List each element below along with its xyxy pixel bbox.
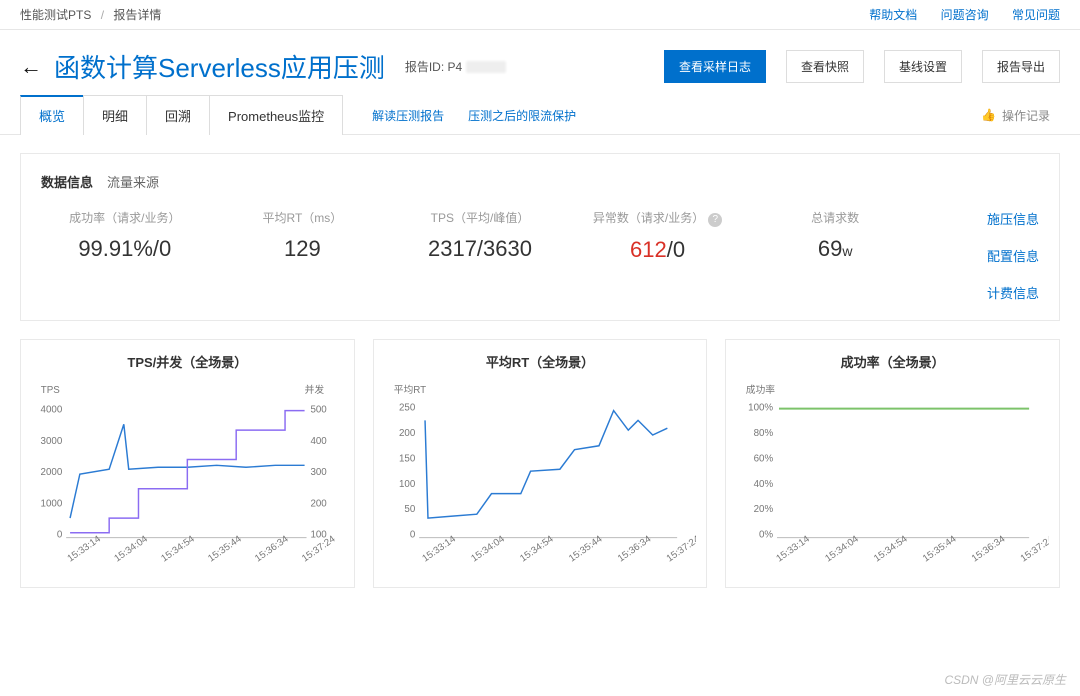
top-links: 帮助文档 问题咨询 常见问题 [849, 6, 1060, 23]
chart-tps-card: TPS/并发（全场景） TPS 并发 0 1000 2000 3000 4000 [20, 339, 355, 588]
top-bar: 性能测试PTS / 报告详情 帮助文档 问题咨询 常见问题 [0, 0, 1080, 30]
svg-text:50: 50 [404, 504, 415, 515]
metric-abnormal-value: 612/0 [574, 237, 742, 263]
svg-text:100%: 100% [748, 403, 773, 414]
ratelimit-protect-link[interactable]: 压测之后的限流保护 [468, 107, 576, 124]
svg-text:0: 0 [57, 530, 63, 541]
chart-tps: TPS 并发 0 1000 2000 3000 4000 100 200 30 [31, 379, 344, 579]
chart-success: 成功率 0% 20% 40% 60% 80% 100% 15:33:14 15:… [736, 379, 1049, 579]
svg-text:2000: 2000 [41, 467, 63, 478]
operation-log-link[interactable]: 👍 操作记录 [981, 107, 1060, 124]
chart-rt-title: 平均RT（全场景） [384, 352, 697, 371]
svg-text:3000: 3000 [41, 436, 63, 447]
svg-text:100: 100 [399, 479, 416, 490]
breadcrumb-root[interactable]: 性能测试PTS [20, 8, 91, 22]
svg-text:并发: 并发 [305, 383, 325, 396]
metric-success-label: 成功率（请求/业务） [41, 209, 209, 226]
metric-success: 成功率（请求/业务） 99.91%/0 [41, 209, 209, 302]
operation-log-label: 操作记录 [1002, 107, 1050, 124]
report-id: 报告ID: P4 [405, 58, 506, 75]
tab-row: 概览 明细 回溯 Prometheus监控 解读压测报告 压测之后的限流保护 👍… [0, 95, 1080, 135]
help-doc-link[interactable]: 帮助文档 [869, 8, 917, 22]
svg-text:0%: 0% [759, 530, 773, 541]
breadcrumb-current: 报告详情 [113, 8, 161, 22]
svg-text:200: 200 [399, 428, 416, 439]
chart-success-card: 成功率（全场景） 成功率 0% 20% 40% 60% 80% 100% [725, 339, 1060, 588]
svg-text:平均RT: 平均RT [393, 384, 425, 396]
breadcrumb: 性能测试PTS / 报告详情 [20, 6, 161, 23]
report-id-blur [466, 61, 506, 73]
breadcrumb-sep: / [101, 8, 104, 22]
title-row: ← 函数计算Serverless应用压测 报告ID: P4 查看采样日志 查看快… [0, 30, 1080, 95]
chart-rt: 平均RT 0 50 100 150 200 250 15:33:14 15:34… [384, 379, 697, 579]
metric-tps: TPS（平均/峰值） 2317/3630 [396, 209, 564, 302]
config-info-link[interactable]: 配置信息 [919, 246, 1039, 265]
chart-rt-card: 平均RT（全场景） 平均RT 0 50 100 150 200 250 [373, 339, 708, 588]
tabs: 概览 明细 回溯 Prometheus监控 [20, 95, 342, 135]
svg-text:500: 500 [310, 405, 327, 416]
svg-text:20%: 20% [754, 504, 774, 515]
svg-text:1000: 1000 [41, 498, 63, 509]
metric-success-value: 99.91%/0 [41, 236, 209, 262]
faq-link[interactable]: 常见问题 [1012, 8, 1060, 22]
report-id-label: 报告ID: P4 [405, 58, 462, 75]
metric-rt-value: 129 [219, 236, 387, 262]
tab-prometheus[interactable]: Prometheus监控 [209, 95, 343, 135]
svg-text:4000: 4000 [41, 405, 63, 416]
content: 数据信息 流量来源 成功率（请求/业务） 99.91%/0 平均RT（ms） 1… [0, 135, 1080, 606]
metric-tps-label: TPS（平均/峰值） [396, 209, 564, 226]
concurrency-line [70, 411, 305, 533]
metrics-row: 成功率（请求/业务） 99.91%/0 平均RT（ms） 129 TPS（平均/… [41, 209, 919, 302]
svg-text:80%: 80% [754, 428, 774, 439]
tab-overview[interactable]: 概览 [20, 95, 84, 135]
billing-info-link[interactable]: 计费信息 [919, 283, 1039, 302]
svg-text:400: 400 [310, 436, 327, 447]
tab-replay[interactable]: 回溯 [146, 95, 210, 135]
page-title: 函数计算Serverless应用压测 [54, 48, 385, 85]
interpret-report-link[interactable]: 解读压测报告 [372, 107, 444, 124]
metric-abnormal: 异常数（请求/业务）? 612/0 [574, 209, 742, 302]
svg-text:250: 250 [399, 403, 416, 414]
tab-auxlinks: 解读压测报告 压测之后的限流保护 [372, 107, 576, 124]
metric-rt-label: 平均RT（ms） [219, 209, 387, 226]
panel-header: 数据信息 流量来源 [41, 172, 1039, 191]
chart-success-title: 成功率（全场景） [736, 352, 1049, 371]
metric-abnormal-label: 异常数（请求/业务）? [574, 209, 742, 227]
svg-text:0: 0 [410, 530, 416, 541]
back-arrow-icon[interactable]: ← [20, 54, 42, 80]
view-sample-log-button[interactable]: 查看采样日志 [664, 50, 766, 83]
metric-total: 总请求数 69w [751, 209, 919, 302]
svg-text:成功率: 成功率 [746, 383, 776, 396]
rt-line [425, 411, 667, 518]
svg-text:200: 200 [310, 498, 327, 509]
pressure-info-link[interactable]: 施压信息 [919, 209, 1039, 228]
baseline-settings-button[interactable]: 基线设置 [884, 50, 962, 83]
svg-text:TPS: TPS [41, 385, 60, 396]
view-snapshot-button[interactable]: 查看快照 [786, 50, 864, 83]
metric-rt: 平均RT（ms） 129 [219, 209, 387, 302]
metric-tps-value: 2317/3630 [396, 236, 564, 262]
traffic-source-label: 流量来源 [107, 172, 159, 191]
side-links: 施压信息 配置信息 计费信息 [919, 209, 1039, 302]
thumbs-up-icon: 👍 [981, 108, 996, 122]
svg-text:300: 300 [310, 467, 327, 478]
watermark: CSDN @阿里云云原生 [944, 671, 1066, 688]
charts-row: TPS/并发（全场景） TPS 并发 0 1000 2000 3000 4000 [20, 339, 1060, 588]
svg-text:150: 150 [399, 453, 416, 464]
svg-text:40%: 40% [754, 479, 774, 490]
export-report-button[interactable]: 报告导出 [982, 50, 1060, 83]
metric-total-value: 69w [751, 236, 919, 262]
svg-text:60%: 60% [754, 453, 774, 464]
tab-detail[interactable]: 明细 [83, 95, 147, 135]
data-info-title: 数据信息 [41, 172, 93, 191]
chart-tps-title: TPS/并发（全场景） [31, 352, 344, 371]
metric-total-label: 总请求数 [751, 209, 919, 226]
data-info-panel: 数据信息 流量来源 成功率（请求/业务） 99.91%/0 平均RT（ms） 1… [20, 153, 1060, 321]
help-icon[interactable]: ? [708, 213, 722, 227]
ask-link[interactable]: 问题咨询 [941, 8, 989, 22]
